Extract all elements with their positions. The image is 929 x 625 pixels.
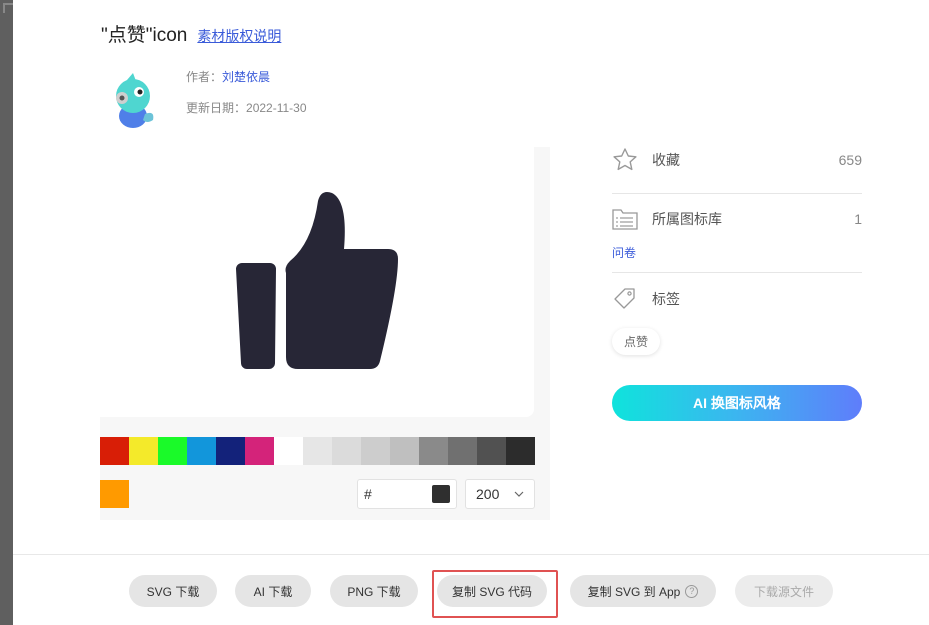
tag-icon — [614, 288, 635, 309]
color-swatch[interactable] — [419, 437, 448, 465]
library-link[interactable]: 问卷 — [612, 244, 636, 261]
favorites-label: 收藏 — [652, 152, 680, 168]
color-swatch[interactable] — [274, 437, 303, 465]
author-row: 作者：刘楚依晨 — [186, 68, 270, 85]
ai-restyle-button[interactable]: AI 换图标风格 — [612, 385, 862, 421]
favorites-count: 659 — [838, 152, 862, 168]
footer-divider — [13, 554, 929, 555]
color-swatch[interactable] — [332, 437, 361, 465]
folder-list-icon — [612, 209, 638, 230]
date-label: 更新日期： — [186, 101, 247, 115]
preview-panel: # 200 — [100, 147, 550, 520]
hex-prefix: # — [364, 486, 372, 502]
side-info: 收藏 659 所属图标库 1 问卷 标签 点赞 — [612, 145, 862, 355]
color-swatches — [100, 437, 535, 465]
color-swatch[interactable] — [158, 437, 187, 465]
author-avatar[interactable] — [103, 70, 163, 130]
download-source-button: 下载源文件 — [735, 575, 833, 607]
overlay-corner — [3, 3, 13, 13]
color-swatch[interactable] — [245, 437, 274, 465]
copy-svg-to-app-button[interactable]: 复制 SVG 到 App ? — [570, 575, 716, 607]
thumbs-up-icon — [236, 192, 398, 369]
favorites-row[interactable]: 收藏 659 — [612, 145, 862, 175]
highlight-box — [432, 570, 558, 618]
color-swatch[interactable] — [216, 437, 245, 465]
chevron-down-icon — [514, 491, 524, 497]
png-download-button[interactable]: PNG 下载 — [330, 575, 418, 607]
color-preview-chip[interactable] — [432, 485, 450, 503]
hex-input[interactable] — [375, 486, 426, 502]
ai-download-button[interactable]: AI 下载 — [235, 575, 311, 607]
color-swatch[interactable] — [129, 437, 158, 465]
color-swatch-orange[interactable] — [100, 480, 129, 508]
update-date: 2022-11-30 — [246, 101, 307, 115]
help-icon[interactable]: ? — [685, 584, 699, 598]
svg-download-button[interactable]: SVG 下载 — [129, 575, 217, 607]
color-swatch[interactable] — [100, 437, 129, 465]
size-value: 200 — [476, 486, 500, 502]
update-date-row: 更新日期：2022-11-30 — [186, 99, 307, 116]
color-swatch[interactable] — [477, 437, 506, 465]
color-swatch[interactable] — [390, 437, 419, 465]
library-label: 所属图标库 — [652, 211, 722, 227]
tag-chip[interactable]: 点赞 — [612, 328, 661, 355]
author-label: 作者： — [186, 70, 223, 84]
color-swatch[interactable] — [448, 437, 477, 465]
color-swatch[interactable] — [303, 437, 332, 465]
title-row: "点赞"icon 素材版权说明 — [101, 20, 281, 47]
divider — [612, 193, 862, 194]
size-select[interactable]: 200 — [465, 479, 535, 509]
copy-svg-to-app-label: 复制 SVG 到 App — [587, 584, 681, 599]
tags-label: 标签 — [652, 291, 680, 307]
color-swatch[interactable] — [187, 437, 216, 465]
icon-preview-canvas — [100, 147, 534, 417]
tags-row: 标签 — [612, 284, 862, 314]
star-icon[interactable] — [612, 147, 638, 173]
hex-color-field[interactable]: # — [357, 479, 457, 509]
color-swatch[interactable] — [361, 437, 390, 465]
author-name-link[interactable]: 刘楚依晨 — [222, 70, 270, 84]
copyright-link[interactable]: 素材版权说明 — [197, 26, 281, 46]
page-overlay — [0, 0, 13, 625]
library-row: 所属图标库 1 — [612, 204, 862, 234]
divider — [612, 272, 862, 273]
color-swatch[interactable] — [506, 437, 535, 465]
icon-title: "点赞"icon — [101, 25, 188, 46]
library-count: 1 — [854, 211, 862, 227]
icon-detail-modal: "点赞"icon 素材版权说明 作者：刘楚依晨 更新日期：2022-11-30 … — [13, 0, 929, 625]
